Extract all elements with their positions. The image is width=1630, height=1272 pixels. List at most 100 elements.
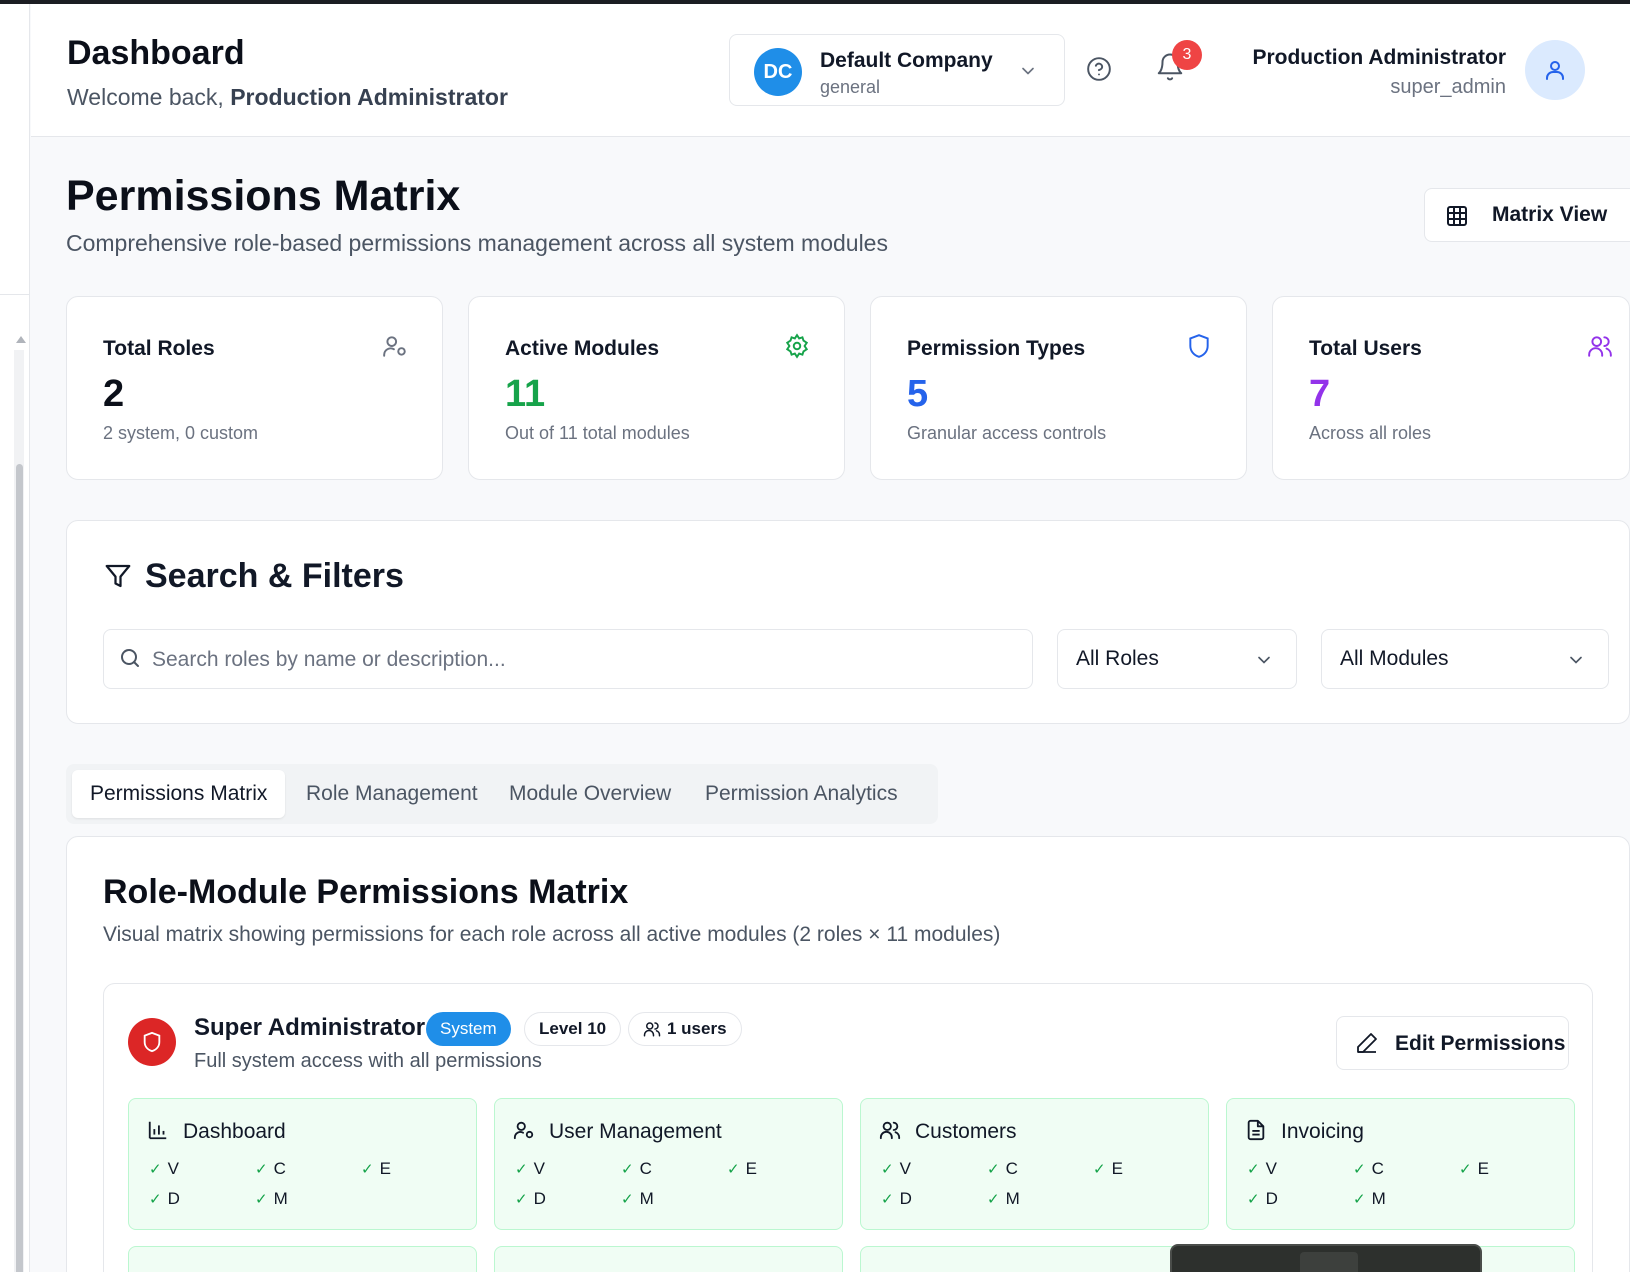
roles-select[interactable]: All Roles: [1057, 629, 1297, 689]
matrix-view-button[interactable]: Matrix View: [1424, 188, 1630, 242]
stat-label: Total Roles: [103, 337, 215, 360]
stat-value: 11: [505, 373, 546, 415]
stat-value: 5: [907, 373, 929, 415]
module-card-invoicing[interactable]: Invoicing ✓ V ✓ C ✓ E ✓ D ✓ M: [1226, 1098, 1575, 1230]
permission-label: E: [1477, 1159, 1489, 1178]
module-card-dashboard[interactable]: Dashboard ✓ V ✓ C ✓ E ✓ D ✓ M: [128, 1098, 477, 1230]
module-card-user-management[interactable]: User Management ✓ V ✓ C ✓ E ✓ D ✓ M: [494, 1098, 843, 1230]
edit-permissions-label: Edit Permissions: [1395, 1032, 1566, 1055]
user-cog-icon: [383, 336, 406, 357]
search-input[interactable]: [152, 640, 1012, 680]
permission-label: V: [899, 1159, 911, 1178]
floating-toolbar[interactable]: [1170, 1244, 1482, 1272]
system-badge: System: [426, 1012, 511, 1046]
tab-permissions-matrix[interactable]: Permissions Matrix: [72, 770, 286, 818]
stat-description: Granular access controls: [907, 423, 1107, 443]
permission-create: ✓ C: [1353, 1159, 1384, 1179]
permission-label: E: [1111, 1159, 1123, 1178]
help-icon[interactable]: [1086, 56, 1112, 82]
stat-description: Across all roles: [1309, 423, 1432, 443]
permission-create: ✓ C: [255, 1159, 286, 1179]
company-avatar: DC: [754, 48, 802, 96]
check-icon: ✓: [1353, 1161, 1366, 1178]
filter-icon: [105, 564, 131, 588]
module-card-customers[interactable]: Customers ✓ V ✓ C ✓ E ✓ D ✓ M: [860, 1098, 1209, 1230]
users-icon: [1588, 336, 1612, 357]
users-badge-label: 1 users: [667, 1019, 727, 1038]
matrix-title: Role-Module Permissions Matrix: [103, 873, 629, 911]
file-text-icon: [1247, 1119, 1265, 1141]
top-header: Dashboard Welcome back, Production Admin…: [31, 4, 1630, 137]
user-role: super_admin: [1390, 76, 1506, 98]
check-icon: ✓: [987, 1191, 1000, 1208]
permission-label: M: [273, 1189, 288, 1208]
permission-delete: ✓ D: [149, 1189, 180, 1209]
permission-edit: ✓ E: [727, 1159, 757, 1179]
permission-label: M: [1005, 1189, 1020, 1208]
scroll-up-arrow-icon[interactable]: [16, 336, 26, 343]
permission-view: ✓ V: [149, 1159, 179, 1179]
tab-permission-analytics[interactable]: Permission Analytics: [687, 770, 916, 818]
chevron-down-icon: [1258, 656, 1270, 664]
stat-label: Permission Types: [907, 337, 1086, 360]
user-avatar[interactable]: [1525, 40, 1585, 100]
check-icon: ✓: [727, 1161, 740, 1178]
check-icon: ✓: [149, 1191, 162, 1208]
stat-card-total-users: Total Users 7 Across all roles: [1272, 296, 1630, 480]
module-card[interactable]: [860, 1246, 1209, 1272]
module-name: Dashboard: [183, 1120, 286, 1143]
sidebar-divider: [0, 294, 30, 295]
permission-label: C: [639, 1159, 652, 1178]
permission-manage: ✓ M: [1353, 1189, 1386, 1209]
user-display-name: Production Administrator: [1252, 46, 1506, 69]
bar-chart-icon: [148, 1121, 167, 1140]
matrix-view-label: Matrix View: [1492, 203, 1608, 226]
tab-role-management[interactable]: Role Management: [288, 770, 496, 818]
stat-label: Total Users: [1309, 337, 1422, 360]
header-title: Dashboard: [67, 34, 245, 72]
permission-label: V: [533, 1159, 545, 1178]
shield-icon: [1189, 334, 1209, 358]
modules-select[interactable]: All Modules: [1321, 629, 1609, 689]
permission-create: ✓ C: [621, 1159, 652, 1179]
module-name: User Management: [549, 1120, 722, 1143]
check-icon: ✓: [515, 1191, 528, 1208]
permission-label: C: [1371, 1159, 1384, 1178]
permission-label: D: [1265, 1189, 1278, 1208]
check-icon: ✓: [1459, 1161, 1472, 1178]
permission-label: V: [1265, 1159, 1277, 1178]
scrollbar-thumb[interactable]: [16, 464, 23, 1272]
permissions-matrix-card: Role-Module Permissions Matrix Visual ma…: [66, 836, 1630, 1272]
welcome-message: Welcome back, Production Administrator: [67, 84, 508, 111]
permission-label: C: [1005, 1159, 1018, 1178]
role-card-super-administrator: Super Administrator System Level 10 1 us…: [103, 983, 1593, 1272]
check-icon: ✓: [881, 1161, 894, 1178]
module-name: Customers: [915, 1120, 1017, 1143]
tab-module-overview[interactable]: Module Overview: [491, 770, 689, 818]
permission-view: ✓ V: [515, 1159, 545, 1179]
users-icon: [879, 1121, 901, 1140]
matrix-subtitle: Visual matrix showing permissions for ea…: [103, 923, 1001, 946]
check-icon: ✓: [1353, 1191, 1366, 1208]
company-switcher[interactable]: DC Default Company general: [729, 34, 1065, 106]
search-field[interactable]: [103, 629, 1033, 689]
module-card[interactable]: [128, 1246, 477, 1272]
gear-icon: [785, 333, 809, 359]
edit-permissions-button[interactable]: Edit Permissions: [1336, 1016, 1569, 1070]
floating-toolbar-handle[interactable]: [1300, 1252, 1358, 1272]
permission-label: D: [533, 1189, 546, 1208]
check-icon: ✓: [881, 1191, 894, 1208]
company-type: general: [820, 77, 881, 97]
permission-view: ✓ V: [881, 1159, 911, 1179]
module-card[interactable]: [494, 1246, 843, 1272]
page-title: Permissions Matrix: [66, 172, 461, 220]
modules-select-value: All Modules: [1340, 647, 1449, 670]
role-description: Full system access with all permissions: [194, 1050, 542, 1072]
notification-count-badge: 3: [1172, 40, 1202, 70]
permission-manage: ✓ M: [255, 1189, 288, 1209]
permission-edit: ✓ E: [361, 1159, 391, 1179]
check-icon: ✓: [621, 1161, 634, 1178]
chevron-down-icon: [1570, 656, 1582, 664]
chevron-down-icon: [1022, 67, 1034, 75]
check-icon: ✓: [515, 1161, 528, 1178]
